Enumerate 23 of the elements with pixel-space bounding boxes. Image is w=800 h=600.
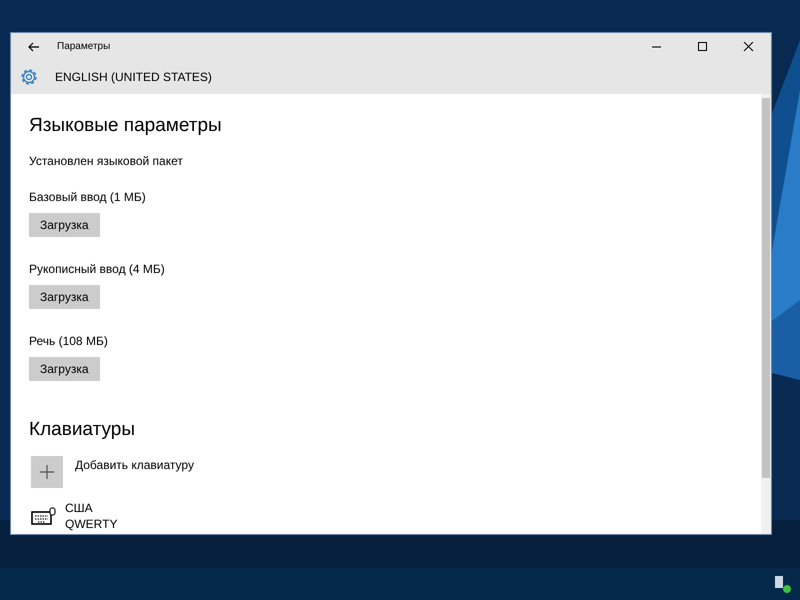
close-icon: [742, 42, 754, 52]
section-heading: Клавиатуры: [29, 418, 136, 442]
item-label: Речь (108 МБ): [29, 333, 109, 350]
keyboard-layout: QWERTY: [65, 516, 118, 532]
scrollbar[interactable]: [761, 94, 771, 534]
download-button[interactable]: Загрузка: [29, 357, 100, 381]
download-button[interactable]: Загрузка: [29, 285, 100, 309]
item-label: Базовый ввод (1 МБ): [29, 189, 147, 206]
download-button[interactable]: Загрузка: [29, 213, 100, 237]
settings-icon: [19, 67, 39, 87]
item-label: Рукописный ввод (4 МБ): [29, 261, 166, 278]
add-keyboard-link[interactable]: Добавить клавиатуру: [75, 456, 194, 474]
add-button[interactable]: [31, 456, 63, 488]
back-arrow-icon: [28, 42, 40, 52]
network-status-icon[interactable]: [772, 574, 792, 594]
window-title: Параметры: [57, 40, 110, 54]
page-title: ENGLISH (UNITED STATES): [55, 69, 212, 86]
section-text: Установлен языковой пакет: [29, 153, 184, 170]
section-heading: Языковые параметры: [29, 114, 223, 138]
maximize-icon: [696, 42, 708, 52]
plus-icon: [40, 465, 54, 479]
keyboard-name[interactable]: США: [65, 500, 118, 516]
keyboard-icon: [31, 507, 57, 525]
